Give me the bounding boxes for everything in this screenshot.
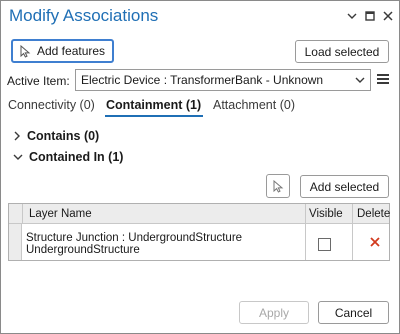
- tab-connectivity[interactable]: Connectivity (0): [8, 98, 95, 112]
- chevron-down-icon: [13, 154, 23, 160]
- active-tab-indicator: [105, 115, 203, 117]
- delete-icon[interactable]: [369, 236, 381, 251]
- row-selector[interactable]: [9, 224, 22, 260]
- table-row[interactable]: Structure Junction : UndergroundStructur…: [26, 232, 242, 256]
- add-features-label: Add features: [37, 44, 106, 58]
- contains-label: Contains (0): [27, 129, 100, 143]
- apply-button[interactable]: Apply: [239, 301, 309, 324]
- load-selected-label: Load selected: [304, 44, 380, 59]
- chevron-down-icon: [355, 74, 365, 88]
- tab-attachment[interactable]: Attachment (0): [213, 98, 295, 112]
- modify-associations-pane: Modify Associations Add features Load se…: [0, 0, 400, 334]
- chevron-right-icon: [14, 131, 20, 141]
- select-features-button[interactable]: [266, 174, 290, 198]
- add-selected-label: Add selected: [309, 179, 380, 194]
- contained-in-label: Contained In (1): [29, 150, 124, 164]
- cancel-label: Cancel: [334, 305, 373, 320]
- title-bar: Modify Associations: [1, 1, 399, 33]
- column-header-delete[interactable]: Delete: [357, 208, 390, 220]
- visible-checkbox[interactable]: [318, 238, 331, 251]
- menu-icon[interactable]: [376, 72, 390, 86]
- pane-title: Modify Associations: [9, 6, 159, 25]
- chevron-down-icon[interactable]: [345, 9, 359, 23]
- layer-name-line2: UndergroundStructure: [26, 244, 140, 256]
- column-header-visible[interactable]: Visible: [309, 208, 343, 220]
- tree-node-contains[interactable]: Contains (0): [13, 129, 99, 143]
- active-item-label: Active Item:: [7, 74, 70, 88]
- cursor-arrow-icon: [273, 179, 284, 193]
- maximize-icon[interactable]: [363, 9, 377, 23]
- close-icon[interactable]: [381, 9, 395, 23]
- column-header-layer-name[interactable]: Layer Name: [29, 208, 92, 220]
- active-item-select[interactable]: Electric Device : TransformerBank - Unkn…: [75, 69, 371, 91]
- tree-node-contained-in[interactable]: Contained In (1): [13, 150, 123, 164]
- add-selected-button[interactable]: Add selected: [300, 175, 389, 198]
- active-item-value: Electric Device : TransformerBank - Unkn…: [81, 73, 324, 87]
- load-selected-button[interactable]: Load selected: [295, 40, 389, 63]
- apply-label: Apply: [258, 305, 290, 320]
- cursor-arrow-icon: [20, 44, 31, 58]
- cancel-button[interactable]: Cancel: [318, 301, 389, 324]
- tab-containment[interactable]: Containment (1): [106, 98, 201, 112]
- layer-name-line1: Structure Junction : UndergroundStructur…: [26, 232, 243, 244]
- add-features-button[interactable]: Add features: [11, 39, 114, 63]
- associations-table: Layer Name Visible Delete Structure Junc…: [8, 203, 390, 261]
